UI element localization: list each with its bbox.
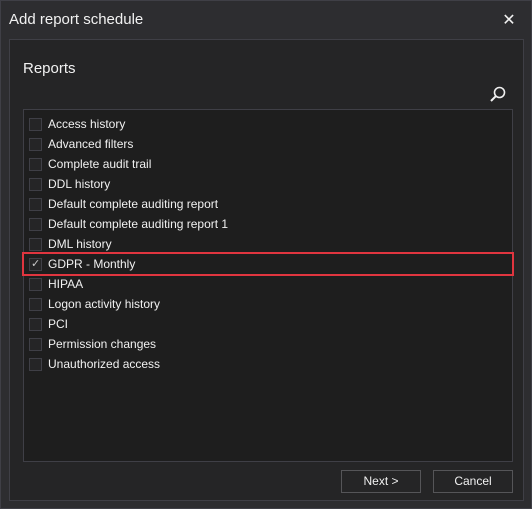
section-title: Reports	[23, 60, 76, 77]
report-checkbox[interactable]	[29, 318, 42, 331]
report-checkbox[interactable]	[29, 278, 42, 291]
report-checkbox[interactable]: ✓	[29, 257, 42, 271]
report-list-item[interactable]: Advanced filters	[24, 134, 512, 154]
report-label: Default complete auditing report 1	[48, 217, 229, 231]
report-list-item[interactable]: Default complete auditing report 1	[24, 214, 512, 234]
report-list-item[interactable]: Complete audit trail	[24, 154, 512, 174]
reports-list[interactable]: Access history Advanced filters Complete a…	[22, 109, 514, 462]
window-title: Add report schedule	[9, 11, 144, 28]
close-icon[interactable]: ✕	[499, 10, 519, 30]
report-list-item[interactable]: HIPAA	[24, 274, 512, 294]
report-list-item[interactable]: DML history	[24, 234, 512, 254]
report-label: DML history	[48, 237, 112, 251]
report-label: Logon activity history	[48, 297, 161, 311]
report-label: DDL history	[48, 177, 111, 191]
report-checkbox[interactable]	[29, 338, 42, 351]
report-label: Unauthorized access	[48, 357, 161, 371]
report-checkbox[interactable]	[29, 358, 42, 371]
report-label: Complete audit trail	[48, 157, 152, 171]
add-report-schedule-dialog: Add report schedule ✕ Reports Access his…	[0, 0, 532, 509]
report-list-item[interactable]: Permission changes	[24, 334, 512, 354]
checkmark-icon: ✓	[31, 257, 41, 270]
report-checkbox[interactable]	[29, 298, 42, 311]
report-label: Permission changes	[48, 337, 157, 351]
report-list-item[interactable]: PCI	[24, 314, 512, 334]
report-checkbox[interactable]	[29, 238, 42, 251]
report-checkbox[interactable]	[29, 138, 42, 151]
report-list-item[interactable]: Unauthorized access	[24, 354, 512, 374]
report-checkbox[interactable]	[29, 178, 42, 191]
content-panel: Reports Access history Advanced filters Co…	[9, 39, 524, 501]
report-list-item[interactable]: ✓ GDPR - Monthly	[22, 252, 514, 276]
report-label: Advanced filters	[48, 137, 134, 151]
report-label: Default complete auditing report	[48, 197, 219, 211]
title-bar: Add report schedule ✕	[1, 1, 531, 39]
report-label: PCI	[48, 317, 69, 331]
report-checkbox[interactable]	[29, 158, 42, 171]
report-list-item[interactable]: Logon activity history	[24, 294, 512, 314]
report-list-item[interactable]: DDL history	[24, 174, 512, 194]
next-button[interactable]: Next >	[341, 470, 421, 493]
report-label: HIPAA	[48, 277, 84, 291]
report-label: GDPR - Monthly	[48, 257, 136, 271]
report-checkbox[interactable]	[29, 198, 42, 211]
search-icon[interactable]	[488, 85, 508, 105]
report-label: Access history	[48, 117, 126, 131]
report-checkbox[interactable]	[29, 118, 42, 131]
report-list-item[interactable]: Access history	[24, 114, 512, 134]
cancel-button[interactable]: Cancel	[433, 470, 513, 493]
report-list-item[interactable]: Default complete auditing report	[24, 194, 512, 214]
report-checkbox[interactable]	[29, 218, 42, 231]
